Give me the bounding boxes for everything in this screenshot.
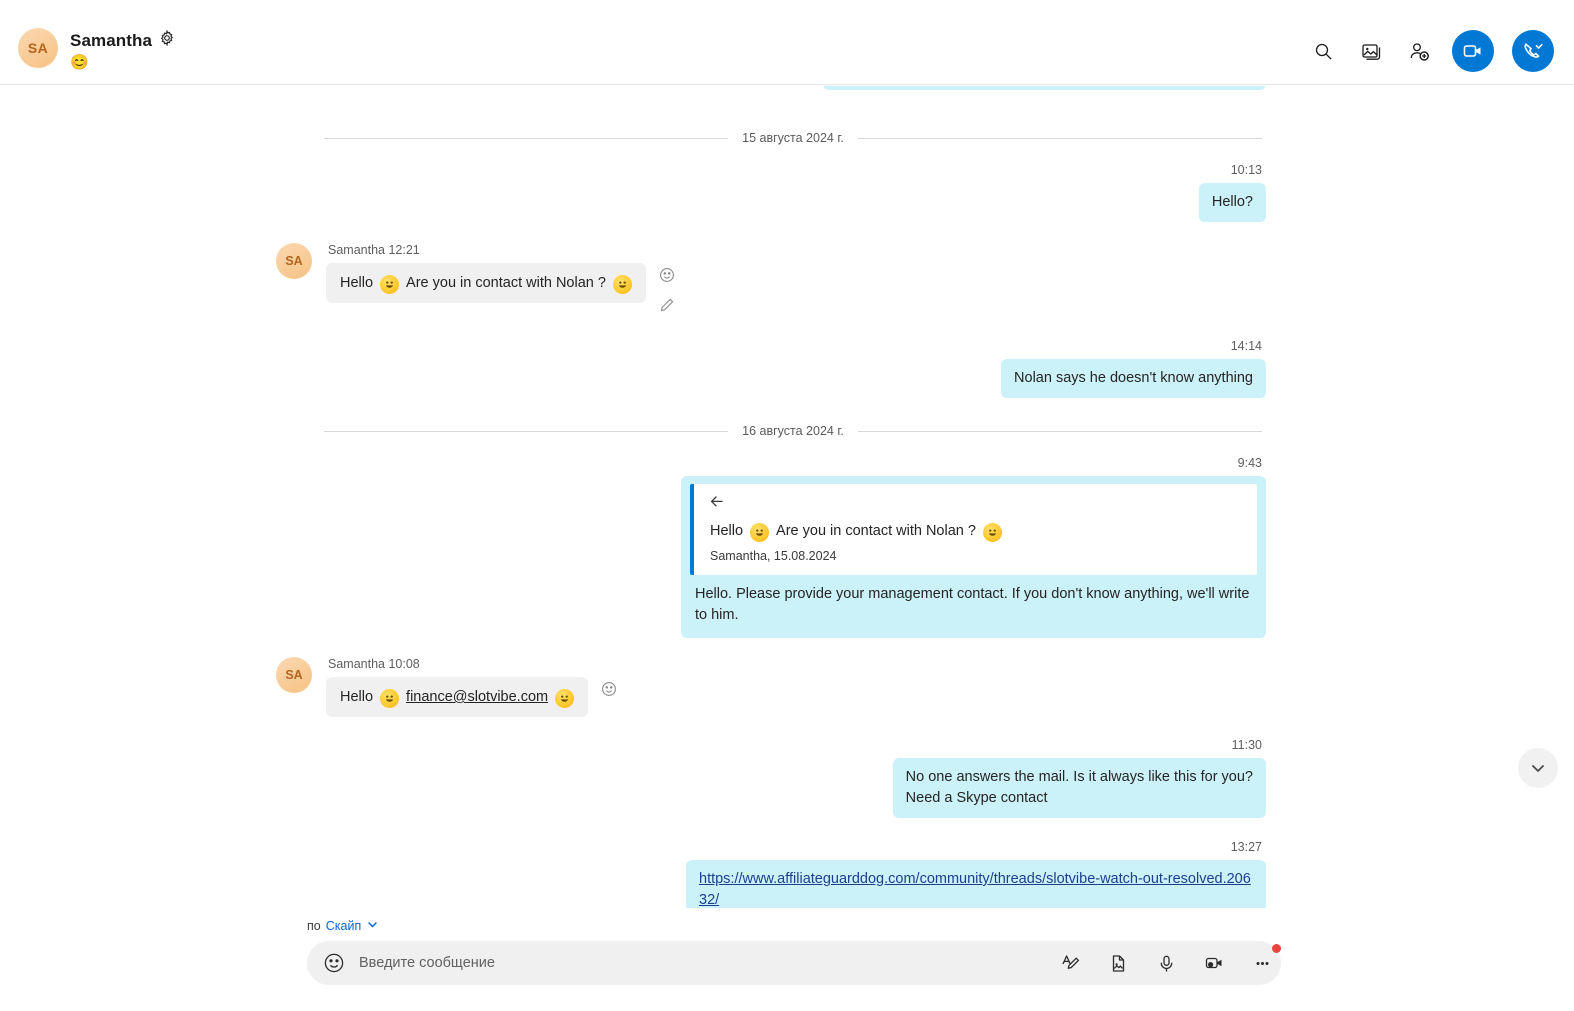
reply-arrow-icon: [710, 495, 1243, 514]
video-call-icon[interactable]: [1452, 30, 1494, 72]
message-sender-time: Samantha 12:21: [326, 243, 675, 257]
message-bubble-incoming[interactable]: Hello Are you in contact with Nolan ?: [326, 263, 646, 303]
message-row: Please give an adequate answer when the …: [18, 86, 1556, 104]
chevron-down-icon[interactable]: [366, 918, 379, 934]
quoted-message-attribution: Samantha, 15.08.2024: [710, 549, 837, 563]
header-actions: [1308, 30, 1554, 72]
message-list[interactable]: Please give an adequate answer when the …: [0, 86, 1574, 908]
message-row: Nolan says he doesn't know anything: [18, 359, 1556, 398]
message-bubble-incoming[interactable]: Hello finance@slotvibe.com: [326, 677, 589, 717]
smiley-emoji-icon: [982, 522, 1002, 542]
message-row: SA Samantha 10:08 Hello finance@slotvibe…: [18, 657, 1556, 717]
message-row: https://www.affiliateguarddog.com/commun…: [18, 860, 1556, 908]
video-message-icon[interactable]: [1195, 944, 1233, 982]
message-timestamp: 9:43: [1237, 456, 1262, 470]
sender-name: Samantha: [328, 657, 385, 671]
message-bubble-outgoing[interactable]: Nolan says he doesn't know anything: [1001, 359, 1266, 398]
more-options-icon[interactable]: [1243, 944, 1281, 982]
scroll-to-bottom-button[interactable]: [1518, 748, 1558, 788]
message-input-placeholder: Введите сообщение: [359, 955, 495, 971]
quoted-text-part: Are you in contact with Nolan ?: [776, 523, 976, 539]
message-composer: по Скайп Введите сообщение: [0, 908, 1574, 1011]
message-text: Hello. Please provide your management co…: [695, 586, 1250, 623]
smiley-emoji-icon: [380, 688, 400, 708]
sender-name: Samantha: [328, 243, 385, 257]
send-via-prefix: по: [307, 919, 321, 933]
contact-info[interactable]: SA Samantha 😊: [18, 28, 175, 72]
microphone-icon[interactable]: [1147, 944, 1185, 982]
message-row: Hello?: [18, 183, 1556, 222]
message-text-line: Need a Skype contact: [905, 790, 1048, 806]
message-text: Are you in contact with Nolan ?: [406, 275, 606, 291]
avatar: SA: [276, 243, 312, 279]
send-via-selector[interactable]: по Скайп: [307, 918, 379, 934]
message-bubble-outgoing-quote[interactable]: Hello Are you in contact with Nolan ? Sa…: [681, 476, 1266, 638]
quoted-text-part: Hello: [710, 523, 744, 539]
message-timestamp: 13:27: [1230, 840, 1262, 854]
send-via-service: Скайп: [325, 919, 362, 933]
message-row: No one answers the mail. Is it always li…: [18, 758, 1556, 818]
quoted-message-text: Hello Are you in contact with Nolan ?: [710, 520, 1243, 542]
quoted-message-card[interactable]: Hello Are you in contact with Nolan ? Sa…: [690, 484, 1257, 575]
date-divider-label: 16 августа 2024 г.: [742, 424, 844, 438]
smiley-emoji-icon: [555, 688, 575, 708]
page-title: Samantha: [70, 30, 153, 50]
date-divider: 15 августа 2024 г.: [18, 131, 1556, 145]
message-bubble-outgoing[interactable]: https://www.affiliateguarddog.com/commun…: [686, 860, 1266, 908]
gallery-icon[interactable]: [1356, 36, 1386, 66]
message-text: Hello: [340, 275, 374, 291]
date-divider-label: 15 августа 2024 г.: [742, 131, 844, 145]
message-row: Hello Are you in contact with Nolan ? Sa…: [18, 476, 1556, 638]
message-sender-time: Samantha 10:08: [326, 657, 617, 671]
avatar: SA: [18, 28, 58, 68]
message-bubble-outgoing[interactable]: Please give an adequate answer when the …: [822, 86, 1266, 90]
smiley-icon[interactable]: [323, 952, 345, 974]
email-link[interactable]: finance@slotvibe.com: [406, 686, 548, 708]
message-row: SA Samantha 12:21 Hello Are you in conta…: [18, 243, 1556, 318]
message-timestamp: 12:21: [388, 243, 420, 257]
add-person-icon[interactable]: [1404, 36, 1434, 66]
message-timestamp: 10:08: [388, 657, 420, 671]
composer-tools: [1051, 941, 1281, 985]
smiley-emoji-icon: [380, 274, 400, 294]
edit-pencil-icon[interactable]: [659, 297, 675, 318]
avatar: SA: [276, 657, 312, 693]
format-text-icon[interactable]: [1051, 944, 1089, 982]
audio-call-icon[interactable]: [1512, 30, 1554, 72]
divider-line-right: [857, 137, 1262, 139]
message-text-line: No one answers the mail. Is it always li…: [905, 769, 1253, 785]
reaction-smiley-icon[interactable]: [659, 267, 675, 288]
message-timestamp: 14:14: [1230, 339, 1262, 353]
message-bubble-outgoing[interactable]: Hello?: [1198, 183, 1266, 222]
divider-line-right: [857, 430, 1262, 432]
mood-emoji: 😊: [70, 54, 89, 71]
notification-badge: [1272, 944, 1281, 953]
message-text: Hello: [340, 689, 374, 705]
date-divider: 16 августа 2024 г.: [18, 424, 1556, 438]
attach-file-icon[interactable]: [1099, 944, 1137, 982]
divider-line-left: [324, 430, 729, 432]
message-bubble-outgoing[interactable]: No one answers the mail. Is it always li…: [892, 758, 1266, 818]
url-link[interactable]: https://www.affiliateguarddog.com/commun…: [699, 871, 1251, 908]
smiley-emoji-icon: [750, 522, 770, 542]
reaction-smiley-icon[interactable]: [601, 681, 617, 702]
message-timestamp: 11:30: [1231, 738, 1262, 752]
message-timestamp: 10:13: [1230, 163, 1262, 177]
divider-line-left: [324, 137, 729, 139]
gear-icon[interactable]: [159, 29, 175, 51]
smiley-emoji-icon: [612, 274, 632, 294]
search-icon[interactable]: [1308, 36, 1338, 66]
chat-header: SA Samantha 😊: [0, 0, 1574, 85]
